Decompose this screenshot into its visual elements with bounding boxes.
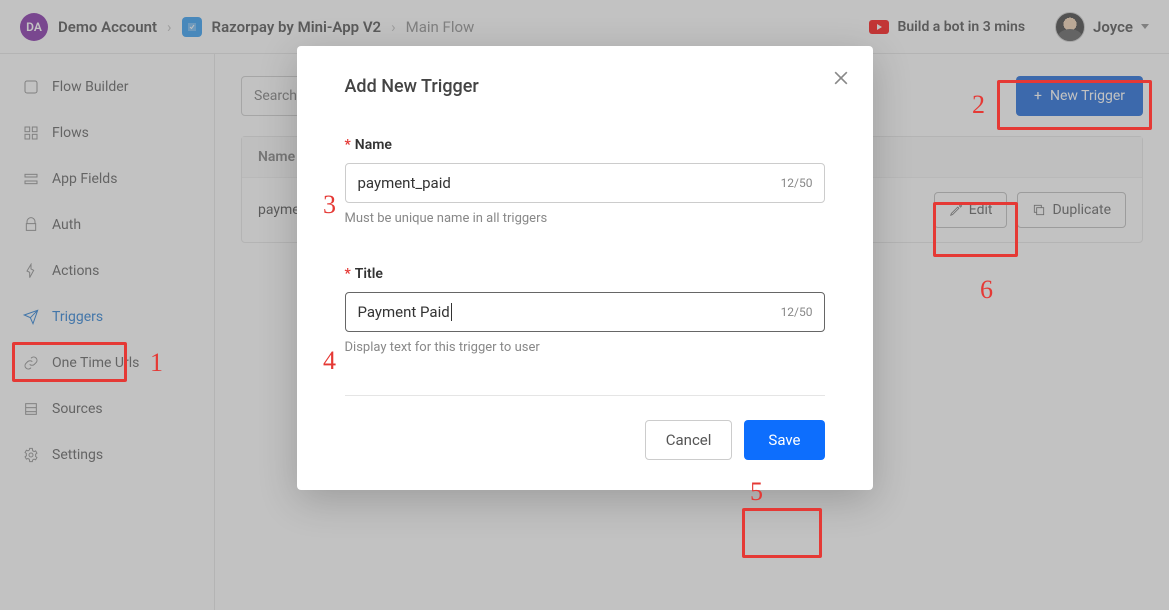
name-input[interactable] <box>345 163 825 203</box>
title-field: *Title Payment Paid 12/50 Display text f… <box>345 266 825 355</box>
add-trigger-modal: Add New Trigger *Name 12/50 Must be uniq… <box>297 46 873 490</box>
modal-title: Add New Trigger <box>345 76 825 97</box>
close-icon <box>831 68 851 88</box>
name-label: *Name <box>345 137 825 153</box>
close-button[interactable] <box>831 68 851 92</box>
name-counter: 12/50 <box>781 176 813 190</box>
cancel-button[interactable]: Cancel <box>645 420 733 460</box>
modal-footer: Cancel Save <box>345 395 825 460</box>
name-field: *Name 12/50 Must be unique name in all t… <box>345 137 825 226</box>
save-button[interactable]: Save <box>744 420 824 460</box>
title-label: *Title <box>345 266 825 282</box>
title-input[interactable]: Payment Paid <box>345 292 825 332</box>
title-counter: 12/50 <box>781 305 813 319</box>
title-hint: Display text for this trigger to user <box>345 340 825 355</box>
text-cursor <box>451 303 452 321</box>
name-hint: Must be unique name in all triggers <box>345 211 825 226</box>
